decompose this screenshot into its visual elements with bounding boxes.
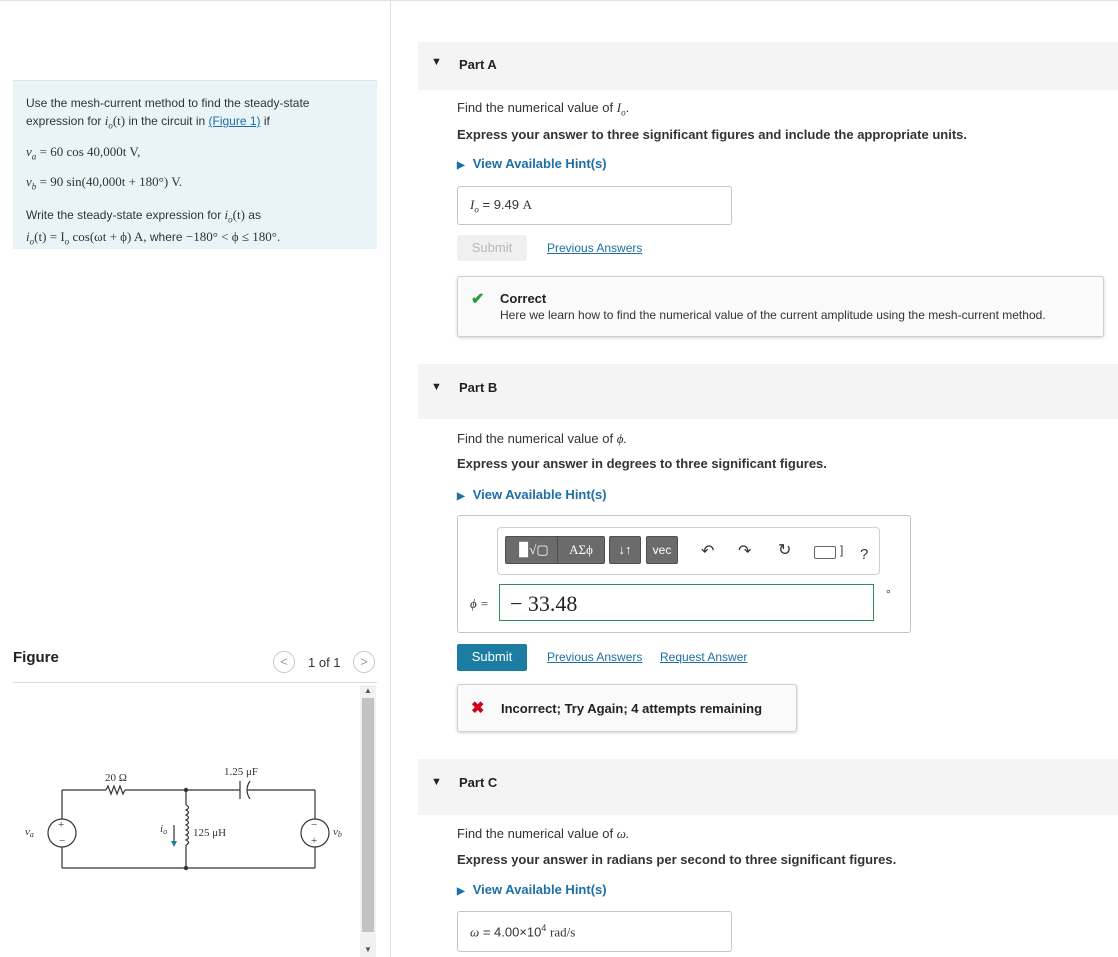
inductor-symbol <box>184 804 190 846</box>
part-b-instruction: Express your answer in degrees to three … <box>457 456 827 471</box>
previous-figure-button[interactable]: < <box>273 651 295 673</box>
part-b-previous-answers-link[interactable]: Previous Answers <box>547 650 642 664</box>
phi-math-input[interactable]: − 33.48 <box>499 584 874 621</box>
current-arrow-head <box>171 841 177 847</box>
part-c-question: Find the numerical value of ω. <box>457 826 630 841</box>
phi-input-value: − 33.48 <box>510 591 578 616</box>
problem-intro: Use the mesh-current method to find the … <box>26 96 310 131</box>
part-a-hint-link[interactable]: ▶ View Available Hint(s) <box>457 156 607 171</box>
problem-statement: Use the mesh-current method to find the … <box>13 80 377 249</box>
capacitor-label: 1.25 μF <box>224 766 258 778</box>
part-a-feedback: ✔ Correct Here we learn how to find the … <box>457 276 1104 337</box>
part-b-answer-box: ▉√▢ ΑΣϕ ↓↑ vec ↶ ↷ ↻ ] ? ϕ = − 33.48 ° <box>457 515 911 633</box>
part-c-answer: ω = 4.00×104 rad/s <box>470 923 576 940</box>
va-label: va <box>25 826 34 839</box>
collapse-triangle-icon: ▼ <box>431 56 442 68</box>
feedback-title: Correct <box>500 291 547 306</box>
vb-label: vb <box>333 826 342 839</box>
part-c-answer-box: ω = 4.00×104 rad/s <box>457 911 732 952</box>
request-answer-link[interactable]: Request Answer <box>660 650 747 664</box>
check-icon: ✔ <box>471 291 485 308</box>
figure-scrollbar-thumb[interactable] <box>362 698 374 932</box>
node-top <box>183 787 189 793</box>
circuit-diagram: 20 Ω 1.25 μF 125 μH io va vb + − − + <box>25 766 342 871</box>
greek-symbols-button[interactable]: ΑΣϕ <box>557 536 605 564</box>
vb-plus: + <box>311 835 317 847</box>
va-plus: + <box>58 819 64 831</box>
part-b-submit-button[interactable]: Submit <box>457 644 527 671</box>
part-c-instruction: Express your answer in radians per secon… <box>457 852 897 867</box>
feedback-text: Incorrect; Try Again; 4 attempts remaini… <box>501 701 763 716</box>
templates-button[interactable]: ▉√▢ <box>505 536 563 564</box>
part-a-answer-box: Io = 9.49 A <box>457 186 732 225</box>
part-b-question: Find the numerical value of ϕ. <box>457 431 627 446</box>
help-icon[interactable]: ? <box>860 546 868 563</box>
part-c-header[interactable]: ▼ Part C <box>418 759 1118 815</box>
vb-equation: vb = 90 sin(40,000t + 180°) V. <box>26 174 183 192</box>
scroll-down-icon[interactable]: ▼ <box>364 945 372 954</box>
top-border <box>0 0 1118 1</box>
reset-icon[interactable]: ↻ <box>778 540 791 560</box>
expand-triangle-icon: ▶ <box>457 160 465 171</box>
phi-input-label: ϕ = <box>470 596 489 611</box>
part-a-instruction: Express your answer to three significant… <box>457 127 967 142</box>
cross-icon: ✖ <box>471 700 485 717</box>
collapse-triangle-icon: ▼ <box>431 381 442 393</box>
degree-unit: ° <box>886 587 891 601</box>
arrows-button[interactable]: ↓↑ <box>609 536 641 564</box>
vb-minus: − <box>311 819 317 831</box>
part-b-feedback: ✖ Incorrect; Try Again; 4 attempts remai… <box>457 684 797 732</box>
va-minus: − <box>59 835 65 847</box>
io-label: io <box>160 823 167 836</box>
undo-icon[interactable]: ↶ <box>701 541 714 561</box>
part-b-header[interactable]: ▼ Part B <box>418 364 1118 419</box>
collapse-triangle-icon: ▼ <box>431 776 442 788</box>
keyboard-bracket-icon: ] <box>840 543 844 557</box>
figure-divider <box>13 682 377 683</box>
inductor-label: 125 μH <box>193 827 226 839</box>
chevron-right-icon: > <box>360 654 368 669</box>
node-bottom <box>183 865 189 871</box>
figure-pager: 1 of 1 <box>308 655 341 670</box>
next-figure-button[interactable]: > <box>353 651 375 673</box>
keyboard-icon[interactable] <box>814 546 836 559</box>
part-b-hint-link[interactable]: ▶ View Available Hint(s) <box>457 487 607 502</box>
redo-icon[interactable]: ↷ <box>738 541 751 561</box>
resistor-symbol <box>105 784 126 796</box>
feedback-text: Here we learn how to find the numerical … <box>500 308 1046 322</box>
expand-triangle-icon: ▶ <box>457 886 465 897</box>
column-divider <box>390 0 391 957</box>
part-a-answer: Io = 9.49 A <box>470 197 533 215</box>
figure-title: Figure <box>13 649 59 666</box>
part-a-question: Find the numerical value of Io. <box>457 100 630 118</box>
part-c-hint-link[interactable]: ▶ View Available Hint(s) <box>457 882 607 897</box>
part-a-submit-button[interactable]: Submit <box>457 235 527 261</box>
scroll-up-icon[interactable]: ▲ <box>364 686 372 695</box>
part-a-header[interactable]: ▼ Part A <box>418 42 1118 90</box>
figure-link[interactable]: (Figure 1) <box>209 114 261 128</box>
vec-button[interactable]: vec <box>646 536 678 564</box>
write-expression-text: Write the steady-state expression for io… <box>26 206 261 225</box>
resistor-label: 20 Ω <box>105 772 127 784</box>
part-a-previous-answers-link[interactable]: Previous Answers <box>547 241 642 255</box>
va-equation: va = 60 cos 40,000t V, <box>26 143 141 162</box>
chevron-left-icon: < <box>280 654 288 669</box>
io-expression: io(t) = Io cos(ωt + ϕ) A, where −180° < … <box>26 229 281 247</box>
expand-triangle-icon: ▶ <box>457 491 465 502</box>
